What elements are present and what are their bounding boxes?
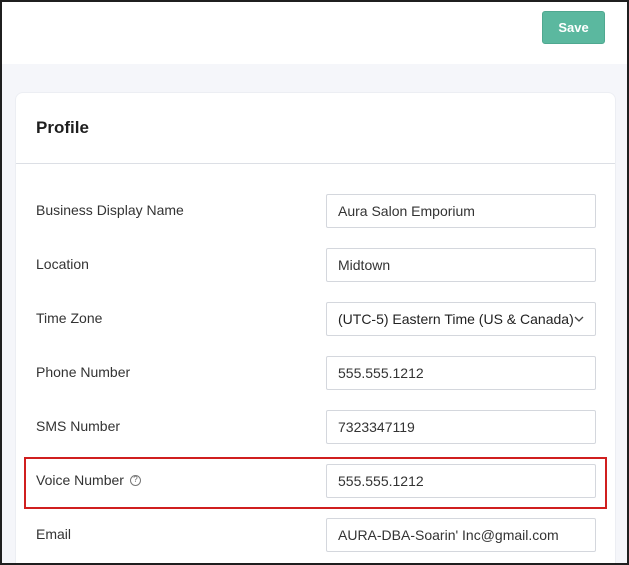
save-button[interactable]: Save	[542, 11, 605, 44]
divider	[16, 163, 615, 164]
business-display-name-input[interactable]	[326, 194, 596, 228]
location-row: Location	[16, 248, 615, 282]
time-zone-row: Time Zone (UTC-5) Eastern Time (US & Can…	[16, 302, 615, 336]
business-display-name-row: Business Display Name	[16, 194, 615, 228]
app-window: Save Profile Business Display Name Locat…	[0, 0, 629, 565]
voice-number-input[interactable]	[326, 464, 596, 498]
email-input[interactable]	[326, 518, 596, 552]
profile-card: Profile Business Display Name Location T…	[15, 92, 616, 563]
time-zone-label: Time Zone	[36, 310, 103, 326]
page-title: Profile	[36, 118, 89, 137]
voice-number-row: Voice Number ?	[16, 464, 615, 498]
time-zone-selected-value: (UTC-5) Eastern Time (US & Canada)	[338, 311, 574, 327]
voice-number-label-group: Voice Number ?	[36, 472, 141, 488]
chevron-down-icon	[574, 313, 584, 325]
sms-number-label: SMS Number	[36, 418, 121, 434]
voice-number-label: Voice Number	[36, 472, 124, 488]
phone-number-label: Phone Number	[36, 364, 131, 380]
email-row: Email	[16, 518, 615, 552]
sms-number-row: SMS Number	[16, 410, 615, 444]
sms-number-input[interactable]	[326, 410, 596, 444]
location-label: Location	[36, 256, 89, 272]
top-toolbar: Save	[2, 2, 627, 64]
business-display-name-label: Business Display Name	[36, 202, 184, 218]
email-label: Email	[36, 526, 72, 542]
phone-number-input[interactable]	[326, 356, 596, 390]
location-input[interactable]	[326, 248, 596, 282]
help-circle-icon[interactable]: ?	[129, 474, 141, 486]
phone-number-row: Phone Number	[16, 356, 615, 390]
time-zone-select[interactable]: (UTC-5) Eastern Time (US & Canada)	[326, 302, 596, 336]
